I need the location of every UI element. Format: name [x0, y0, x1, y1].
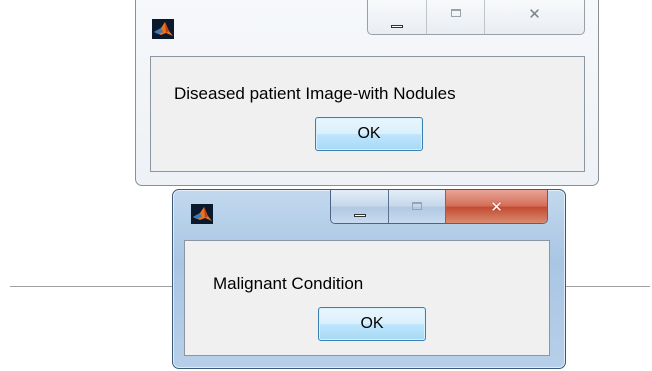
matlab-icon	[152, 19, 174, 39]
minimize-icon	[391, 25, 403, 28]
ok-button[interactable]: OK	[315, 117, 423, 151]
maximize-button[interactable]	[426, 0, 484, 34]
matlab-icon	[191, 204, 213, 224]
dialog-client-area: Diseased patient Image-with Nodules OK	[150, 56, 585, 172]
caption-buttons: ✕	[330, 190, 548, 224]
minimize-icon	[353, 214, 366, 217]
close-button[interactable]: ✕	[484, 0, 584, 34]
dialog-client-area: Malignant Condition OK	[184, 240, 550, 356]
message-dialog-1: ✕ Diseased patient Image-with Nodules OK	[135, 0, 599, 186]
maximize-icon	[412, 201, 422, 210]
minimize-button[interactable]	[331, 190, 388, 223]
ok-button[interactable]: OK	[318, 307, 426, 341]
minimize-button[interactable]	[368, 0, 426, 34]
maximize-icon	[450, 8, 461, 17]
close-icon: ✕	[490, 197, 503, 216]
maximize-button[interactable]	[388, 190, 445, 223]
caption-buttons: ✕	[367, 0, 585, 35]
close-icon: ✕	[528, 4, 541, 23]
close-button[interactable]: ✕	[445, 190, 547, 223]
dialog-message: Diseased patient Image-with Nodules	[174, 84, 456, 103]
dialog-message: Malignant Condition	[213, 274, 364, 293]
message-dialog-2: ✕ Malignant Condition OK	[172, 189, 566, 369]
